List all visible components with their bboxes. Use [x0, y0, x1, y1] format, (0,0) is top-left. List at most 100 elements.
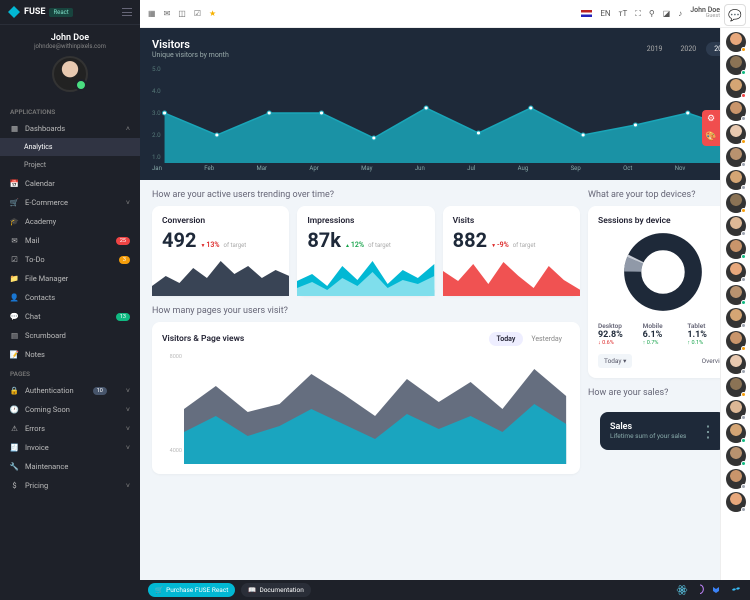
sidebar-item-authentication[interactable]: 🔒Authentication10˅ [0, 381, 140, 400]
chevron-icon: ˄ [126, 125, 130, 133]
contact-avatar[interactable] [726, 55, 746, 75]
status-dot [741, 185, 746, 190]
visits-chart [443, 256, 580, 296]
contact-avatar[interactable] [726, 147, 746, 167]
sidebar-item-coming-soon[interactable]: 🕐Coming Soon˅ [0, 400, 140, 419]
sessions-title: Sessions by device [598, 216, 728, 226]
contact-avatar[interactable] [726, 239, 746, 259]
conversion-card: Conversion 492 13% of target [152, 206, 289, 296]
status-dot [741, 438, 746, 443]
visits-delta: -9% [491, 241, 509, 249]
status-dot [741, 254, 746, 259]
contact-avatar[interactable] [726, 308, 746, 328]
sidebar-item-chat[interactable]: 💬Chat13 [0, 307, 140, 326]
sessions-range-dropdown[interactable]: Today ▾ [598, 354, 632, 368]
sidebar-item-to-do[interactable]: ☑To-Do3 [0, 250, 140, 269]
sidebar-item-notes[interactable]: 📝Notes [0, 345, 140, 364]
contact-avatar[interactable] [726, 469, 746, 489]
search-icon[interactable]: ⚲ [649, 9, 655, 18]
sidebar-collapse-button[interactable] [122, 8, 132, 16]
chevron-icon: ˅ [126, 482, 130, 490]
status-dot [741, 70, 746, 75]
contact-avatar[interactable] [726, 170, 746, 190]
contact-avatar[interactable] [726, 262, 746, 282]
sidebar-item-errors[interactable]: ⚠Errors˅ [0, 419, 140, 438]
sidebar-item-e-commerce[interactable]: 🛒E-Commerce˅ [0, 193, 140, 212]
status-dot [741, 116, 746, 121]
react-logo-icon [676, 584, 688, 596]
fullscreen-icon[interactable]: ⛶ [635, 9, 641, 19]
contact-avatar[interactable] [726, 492, 746, 512]
sidebar-item-calendar[interactable]: 📅Calendar [0, 174, 140, 193]
chat-panel-toggle[interactable]: 💬 [724, 4, 746, 26]
sidebar-item-academy[interactable]: 🎓Academy [0, 212, 140, 231]
sidebar-subitem-analytics[interactable]: Analytics [0, 138, 140, 156]
palette-fab[interactable]: 🎨 [702, 128, 720, 146]
status-dot [741, 139, 746, 144]
invoice-icon: 🧾 [10, 443, 19, 452]
theme-tools: ⚙ 🎨 [702, 110, 720, 146]
check-icon[interactable]: ☑ [194, 9, 201, 18]
contact-avatar[interactable] [726, 32, 746, 52]
status-dot [741, 369, 746, 374]
status-dot [741, 392, 746, 397]
sidebar-item-dashboards[interactable]: ▦Dashboards˄ [0, 119, 140, 138]
status-dot [741, 415, 746, 420]
contact-avatar[interactable] [726, 193, 746, 213]
sidebar-header: FUSE React [0, 0, 140, 25]
contact-avatar[interactable] [726, 331, 746, 351]
sidebar-item-maintenance[interactable]: 🔧Maintenance [0, 457, 140, 476]
sidebar-item-pricing[interactable]: $Pricing˅ [0, 476, 140, 495]
svg-text:2.0: 2.0 [152, 132, 161, 139]
bookmark-icon[interactable]: ◪ [663, 9, 671, 18]
purchase-button[interactable]: 🛒 Purchase FUSE React [148, 583, 235, 597]
text-size-icon[interactable]: тT [619, 9, 628, 18]
notifications-icon[interactable]: ♪ [678, 9, 682, 18]
sidebar-item-invoice[interactable]: 🧾Invoice˅ [0, 438, 140, 457]
hero-months: JanFebMarAprMayJunJulAugSepOctNovDec [152, 165, 738, 172]
sales-menu-button[interactable]: ⋮ [700, 422, 716, 441]
sidebar-item-file-manager[interactable]: 📁File Manager [0, 269, 140, 288]
mail-icon[interactable]: ✉ [164, 9, 171, 18]
year-tab-2020[interactable]: 2020 [673, 42, 705, 56]
sidebar-item-mail[interactable]: ✉Mail25 [0, 231, 140, 250]
status-dot [741, 93, 746, 98]
status-dot [741, 461, 746, 466]
question-pages: How many pages your users visit? [152, 296, 580, 322]
visitors-hero: Visitors Unique visitors by month 201920… [140, 28, 750, 180]
impressions-value: 87k [307, 228, 341, 252]
year-tab-2019[interactable]: 2019 [639, 42, 671, 56]
academy-icon: 🎓 [10, 217, 19, 226]
user-avatar[interactable] [52, 56, 88, 92]
chevron-icon: ˅ [126, 425, 130, 433]
impressions-card: Impressions 87k 12% of target [297, 206, 434, 296]
hero-title: Visitors [152, 38, 229, 51]
contact-avatar[interactable] [726, 101, 746, 121]
sidebar-item-scrumboard[interactable]: ▤Scrumboard [0, 326, 140, 345]
sidebar-subitem-project[interactable]: Project [0, 156, 140, 174]
contact-avatar[interactable] [726, 377, 746, 397]
tab-yesterday[interactable]: Yesterday [523, 332, 570, 346]
sidebar-item-contacts[interactable]: 👤Contacts [0, 288, 140, 307]
language-label[interactable]: EN [600, 9, 610, 18]
svg-text:3.0: 3.0 [152, 110, 161, 117]
star-icon[interactable]: ★ [209, 9, 216, 18]
sidebar: FUSE React John Doe johndoe@withinpixels… [0, 0, 140, 600]
contact-avatar[interactable] [726, 354, 746, 374]
contacts-icon[interactable]: ◫ [178, 9, 186, 18]
dashboard-icon: ▦ [10, 124, 19, 133]
calendar-icon[interactable]: ▦ [148, 9, 156, 18]
contact-avatar[interactable] [726, 216, 746, 236]
cart-icon: 🛒 [10, 198, 19, 207]
documentation-button[interactable]: 📖 Documentation [241, 583, 310, 597]
tab-today[interactable]: Today [489, 332, 524, 346]
question-sales: How are your sales? [588, 378, 738, 404]
contact-avatar[interactable] [726, 400, 746, 420]
contact-avatar[interactable] [726, 124, 746, 144]
settings-fab[interactable]: ⚙ [702, 110, 720, 128]
topbar: ▦ ✉ ◫ ☑ ★ EN тT ⛶ ⚲ ◪ ♪ John Doe Guest [140, 0, 750, 28]
contact-avatar[interactable] [726, 285, 746, 305]
contact-avatar[interactable] [726, 78, 746, 98]
contact-avatar[interactable] [726, 446, 746, 466]
contact-avatar[interactable] [726, 423, 746, 443]
